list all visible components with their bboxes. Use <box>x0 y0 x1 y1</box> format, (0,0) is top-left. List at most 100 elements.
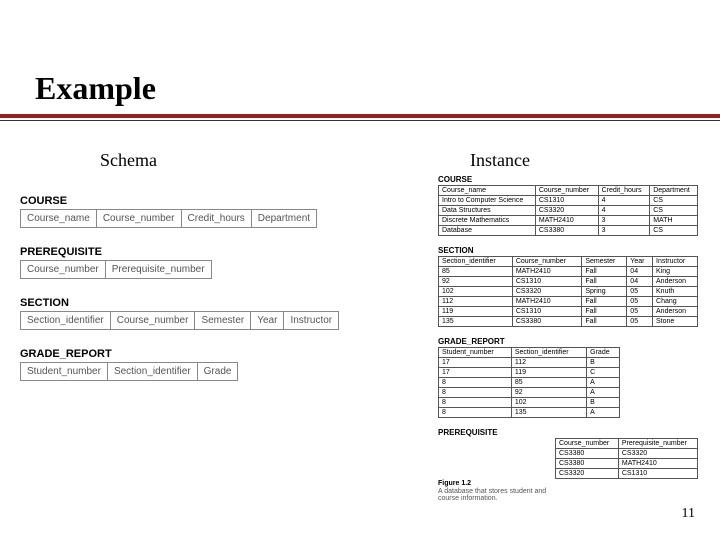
td: B <box>587 398 620 408</box>
td: CS3380 <box>556 459 619 469</box>
td: CS <box>650 226 698 236</box>
instance-table-prerequisite: Course_number Prerequisite_number CS3380… <box>555 438 698 479</box>
schema-col-cell: Student_number <box>20 362 108 381</box>
th: Semester <box>582 257 627 267</box>
instance-name: COURSE <box>438 175 698 184</box>
td: 05 <box>627 297 653 307</box>
td: Spring <box>582 287 627 297</box>
table-row: CS3320CS1310 <box>556 469 698 479</box>
td: CS3320 <box>618 449 697 459</box>
table-row: CS3380MATH2410 <box>556 459 698 469</box>
td: CS3320 <box>556 469 619 479</box>
td: CS1310 <box>618 469 697 479</box>
title-rule <box>0 114 720 118</box>
td: 135 <box>511 408 586 418</box>
td: Fall <box>582 307 627 317</box>
instance-block-course: COURSE Course_name Course_number Credit_… <box>438 175 698 236</box>
td: King <box>653 267 698 277</box>
table-row: 17112B <box>439 358 620 368</box>
td: Intro to Computer Science <box>439 196 536 206</box>
table-row: 17119C <box>439 368 620 378</box>
table-row: 85MATH2410Fall04King <box>439 267 698 277</box>
td: Anderson <box>653 307 698 317</box>
slide-title: Example <box>35 70 156 107</box>
td: 85 <box>511 378 586 388</box>
td: 92 <box>511 388 586 398</box>
schema-col-cell: Prerequisite_number <box>105 260 212 279</box>
td: 4 <box>598 196 650 206</box>
td: MATH2410 <box>535 216 598 226</box>
td: CS3320 <box>535 206 598 216</box>
td: A <box>587 388 620 398</box>
td: MATH <box>650 216 698 226</box>
instance-table-grade-report: Student_number Section_identifier Grade … <box>438 347 620 418</box>
td: Fall <box>582 297 627 307</box>
schema-block-course: COURSE Course_name Course_number Credit_… <box>20 195 400 228</box>
schema-col-cell: Department <box>251 209 317 228</box>
schema-col-cell: Credit_hours <box>181 209 252 228</box>
table-row: Data StructuresCS33204CS <box>439 206 698 216</box>
instance-name: PREREQUISITE <box>438 428 698 437</box>
figure-text: A database that stores student and cours… <box>438 488 546 503</box>
td: Stone <box>653 317 698 327</box>
table-header-row: Course_number Prerequisite_number <box>556 439 698 449</box>
schema-col-cell: Course_name <box>20 209 97 228</box>
td: MATH2410 <box>512 267 582 277</box>
th: Year <box>627 257 653 267</box>
title-rule-shadow <box>0 120 720 121</box>
schema-col-cell: Semester <box>194 311 251 330</box>
table-row: 135CS3380Fall05Stone <box>439 317 698 327</box>
th: Course_name <box>439 186 536 196</box>
td: C <box>587 368 620 378</box>
table-row: Discrete MathematicsMATH24103MATH <box>439 216 698 226</box>
table-row: Intro to Computer ScienceCS13104CS <box>439 196 698 206</box>
td: 8 <box>439 398 512 408</box>
table-header-row: Student_number Section_identifier Grade <box>439 348 620 358</box>
schema-column: COURSE Course_name Course_number Credit_… <box>20 195 400 399</box>
table-header-row: Course_name Course_number Credit_hours D… <box>439 186 698 196</box>
th: Section_identifier <box>511 348 586 358</box>
table-row: 119CS1310Fall05Anderson <box>439 307 698 317</box>
schema-col-cell: Section_identifier <box>107 362 198 381</box>
table-row: 8135A <box>439 408 620 418</box>
td: CS <box>650 206 698 216</box>
schema-name: PREREQUISITE <box>20 246 400 258</box>
td: 17 <box>439 358 512 368</box>
instance-table-course: Course_name Course_number Credit_hours D… <box>438 185 698 236</box>
td: CS1310 <box>535 196 598 206</box>
td: Fall <box>582 317 627 327</box>
schema-name: GRADE_REPORT <box>20 348 400 360</box>
schema-row: Section_identifier Course_number Semeste… <box>20 311 400 330</box>
td: 05 <box>627 307 653 317</box>
th: Course_number <box>512 257 582 267</box>
td: 05 <box>627 287 653 297</box>
td: 8 <box>439 388 512 398</box>
td: MATH2410 <box>512 297 582 307</box>
td: 92 <box>439 277 513 287</box>
td: 3 <box>598 226 650 236</box>
th: Credit_hours <box>598 186 650 196</box>
td: 119 <box>511 368 586 378</box>
schema-row: Course_name Course_number Credit_hours D… <box>20 209 400 228</box>
td: 05 <box>627 317 653 327</box>
td: 102 <box>439 287 513 297</box>
schema-col-cell: Instructor <box>283 311 339 330</box>
th: Prerequisite_number <box>618 439 697 449</box>
th: Student_number <box>439 348 512 358</box>
page-number: 11 <box>682 506 695 522</box>
td: 8 <box>439 408 512 418</box>
th: Instructor <box>653 257 698 267</box>
td: A <box>587 378 620 388</box>
td: B <box>587 358 620 368</box>
table-row: 885A <box>439 378 620 388</box>
schema-block-prerequisite: PREREQUISITE Course_number Prerequisite_… <box>20 246 400 279</box>
instance-block-prerequisite: PREREQUISITE Course_number Prerequisite_… <box>438 428 698 479</box>
table-row: 112MATH2410Fall05Chang <box>439 297 698 307</box>
td: 85 <box>439 267 513 277</box>
schema-row: Student_number Section_identifier Grade <box>20 362 400 381</box>
table-row: DatabaseCS33803CS <box>439 226 698 236</box>
td: Fall <box>582 277 627 287</box>
td: 112 <box>511 358 586 368</box>
td: CS3320 <box>512 287 582 297</box>
subhead-instance: Instance <box>470 150 530 171</box>
